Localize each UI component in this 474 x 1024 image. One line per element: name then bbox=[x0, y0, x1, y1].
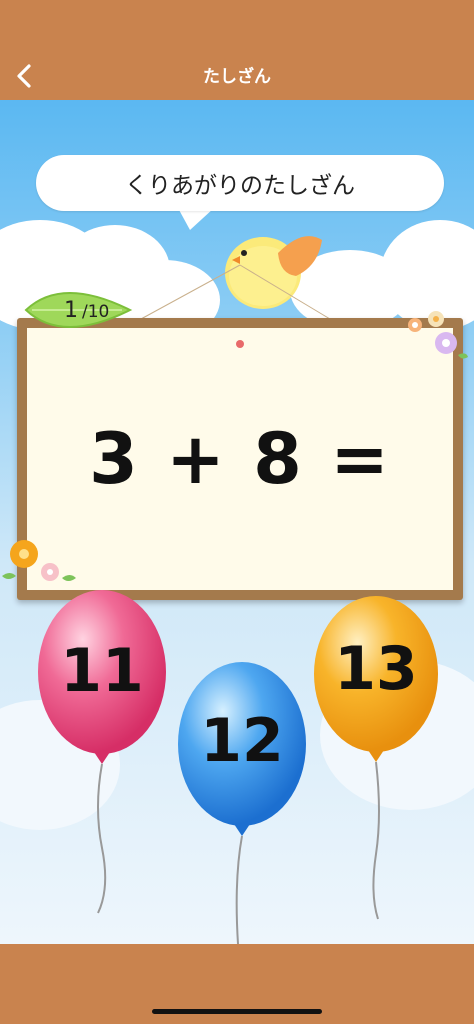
answer-label: 12 bbox=[200, 706, 284, 776]
app-header: たしざん bbox=[0, 0, 474, 100]
question-board: 3 + 8 = bbox=[17, 318, 463, 600]
speech-bubble: くりあがりのたしざん bbox=[36, 155, 444, 211]
balloon-icon bbox=[178, 662, 306, 944]
answer-label: 11 bbox=[60, 636, 144, 706]
answer-label: 13 bbox=[334, 634, 418, 704]
prompt-text: くりあがりのたしざん bbox=[125, 173, 355, 199]
answer-balloon-13[interactable]: 13 bbox=[312, 594, 440, 924]
speech-bubble-tail bbox=[178, 208, 214, 230]
equation-text: 3 + 8 = bbox=[89, 418, 391, 500]
flower-decoration-icon bbox=[2, 540, 76, 581]
page-title: たしざん bbox=[203, 67, 271, 87]
answer-balloon-12[interactable]: 12 bbox=[176, 660, 308, 944]
flower-decoration-icon bbox=[408, 311, 468, 359]
answer-balloon-11[interactable]: 11 bbox=[36, 588, 168, 918]
quiz-scene: くりあがりのたしざん 3 + 8 = 1/10 11 12 13 bbox=[0, 100, 474, 944]
board-surface: 3 + 8 = bbox=[27, 328, 453, 590]
progress-current: 1 bbox=[64, 298, 78, 323]
home-indicator[interactable] bbox=[152, 1009, 322, 1014]
progress-counter: 1/10 bbox=[64, 298, 109, 323]
pin-icon bbox=[236, 340, 244, 348]
hanging-string bbox=[130, 264, 341, 326]
progress-total: /10 bbox=[82, 302, 110, 322]
